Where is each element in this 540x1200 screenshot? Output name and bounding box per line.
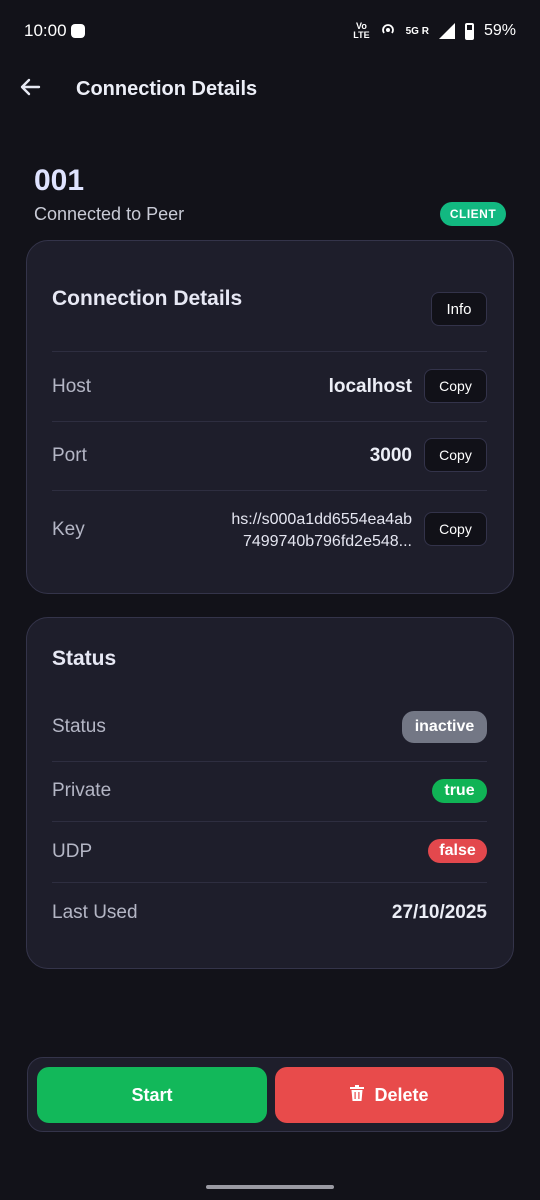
divider (52, 882, 487, 883)
connection-id: 001 (34, 164, 85, 197)
private-badge: true (432, 779, 487, 803)
network-type: 5G R (405, 25, 429, 37)
divider (52, 821, 487, 822)
card-title: Connection Details (52, 287, 243, 310)
divider (52, 490, 487, 491)
page-title: Connection Details (76, 77, 258, 100)
card-title: Status (52, 647, 117, 670)
status-bar-left: 10:00 (24, 21, 85, 41)
delete-button-label: Delete (374, 1084, 429, 1105)
back-button[interactable] (10, 69, 50, 109)
arrow-left-icon (19, 76, 41, 103)
battery-percent: 59% (483, 22, 516, 39)
home-indicator[interactable] (206, 1185, 334, 1189)
notification-icon (70, 24, 85, 38)
volte-icon: Vo LTE (353, 21, 370, 40)
connection-details-card: Connection Details Info Host localhost C… (26, 240, 514, 594)
status-label: Status (52, 716, 106, 737)
signal-icon (438, 23, 455, 39)
last-used-label: Last Used (52, 902, 138, 923)
divider (52, 761, 487, 762)
divider (52, 421, 487, 422)
start-button-label: Start (131, 1084, 173, 1105)
last-used-value: 27/10/2025 (391, 902, 487, 923)
host-label: Host (52, 376, 92, 397)
key-value-line2: 7499740b796fd2e548... (242, 533, 412, 550)
hotspot-icon (380, 21, 396, 42)
key-value: hs://s000a1dd6554ea4ab 7499740b796fd2e54… (182, 509, 412, 553)
connection-subtitle: Connected to Peer (34, 204, 185, 224)
copy-key-button[interactable]: Copy (424, 512, 487, 546)
copy-port-button[interactable]: Copy (424, 438, 487, 472)
port-value: 3000 (369, 445, 412, 466)
private-label: Private (52, 780, 112, 801)
copy-host-button[interactable]: Copy (424, 369, 487, 403)
port-label: Port (52, 445, 87, 466)
app-bar: Connection Details (0, 62, 540, 116)
status-time: 10:00 (24, 21, 67, 40)
action-bar: Start Delete (27, 1057, 513, 1132)
udp-label: UDP (52, 841, 93, 862)
udp-badge: false (428, 839, 487, 863)
status-card: Status Status inactive Private true UDP … (26, 617, 514, 969)
host-value: localhost (328, 376, 412, 397)
battery-icon (464, 22, 474, 40)
info-button[interactable]: Info (431, 292, 487, 326)
status-badge: inactive (402, 711, 487, 743)
start-button[interactable]: Start (37, 1067, 267, 1123)
key-label: Key (52, 519, 85, 540)
divider (52, 351, 487, 352)
trash-icon (350, 1084, 365, 1106)
delete-button[interactable]: Delete (275, 1067, 504, 1123)
status-bar-right: Vo LTE 5G R 59% (353, 21, 516, 42)
client-badge: CLIENT (440, 202, 506, 226)
key-value-line1: hs://s000a1dd6554ea4ab (231, 511, 412, 528)
status-bar: 10:00 Vo LTE 5G R 59% (0, 0, 540, 62)
